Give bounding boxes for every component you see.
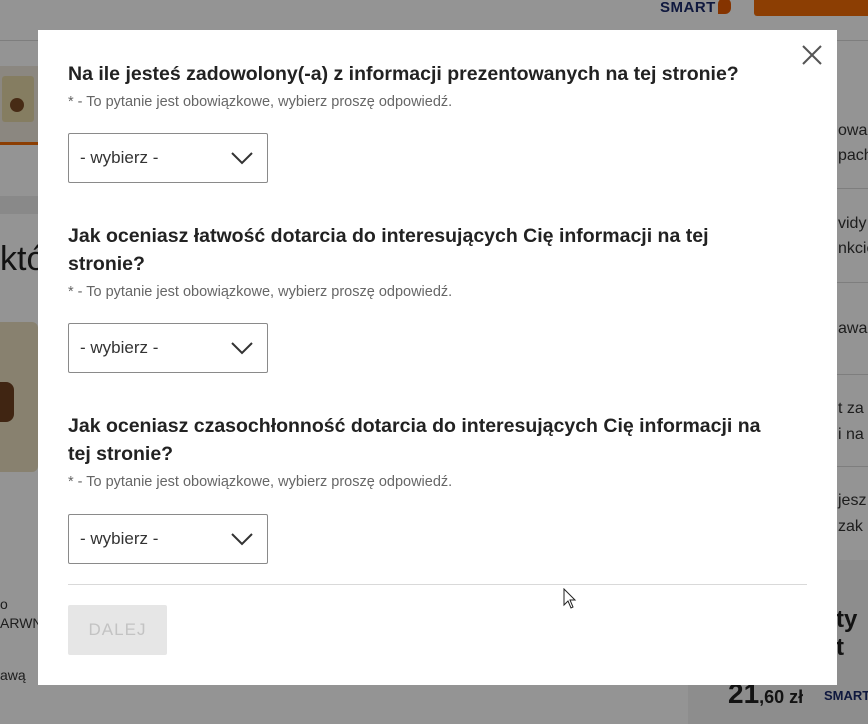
question-3-required-note: * - To pytanie jest obowiązkowe, wybierz… bbox=[68, 474, 453, 490]
question-2: Jak oceniasz łatwość dotarcia do interes… bbox=[68, 222, 788, 300]
question-2-required-note: * - To pytanie jest obowiązkowe, wybierz… bbox=[68, 284, 453, 300]
question-2-select-value: - wybierz - bbox=[80, 338, 159, 357]
question-3: Jak oceniasz czasochłonność dotarcia do … bbox=[68, 412, 788, 490]
question-1-select-value: - wybierz - bbox=[80, 148, 159, 167]
next-button[interactable]: DALEJ bbox=[68, 605, 167, 655]
close-button[interactable] bbox=[797, 40, 827, 70]
question-3-select[interactable]: - wybierz - bbox=[68, 514, 268, 564]
chevron-down-icon bbox=[231, 152, 253, 165]
question-2-select[interactable]: - wybierz - bbox=[68, 323, 268, 373]
chevron-down-icon bbox=[231, 342, 253, 355]
question-1-select[interactable]: - wybierz - bbox=[68, 133, 268, 183]
chevron-down-icon bbox=[231, 533, 253, 546]
question-1-required-note: * - To pytanie jest obowiązkowe, wybierz… bbox=[68, 94, 453, 110]
mouse-cursor-icon bbox=[563, 588, 577, 609]
close-icon bbox=[802, 45, 822, 65]
question-2-title: Jak oceniasz łatwość dotarcia do interes… bbox=[68, 225, 709, 275]
question-3-title: Jak oceniasz czasochłonność dotarcia do … bbox=[68, 415, 761, 465]
footer-divider bbox=[68, 584, 807, 585]
question-1: Na ile jesteś zadowolony(-a) z informacj… bbox=[68, 60, 788, 110]
question-3-select-value: - wybierz - bbox=[80, 529, 159, 548]
question-1-title: Na ile jesteś zadowolony(-a) z informacj… bbox=[68, 63, 739, 85]
survey-modal: Na ile jesteś zadowolony(-a) z informacj… bbox=[38, 30, 837, 685]
